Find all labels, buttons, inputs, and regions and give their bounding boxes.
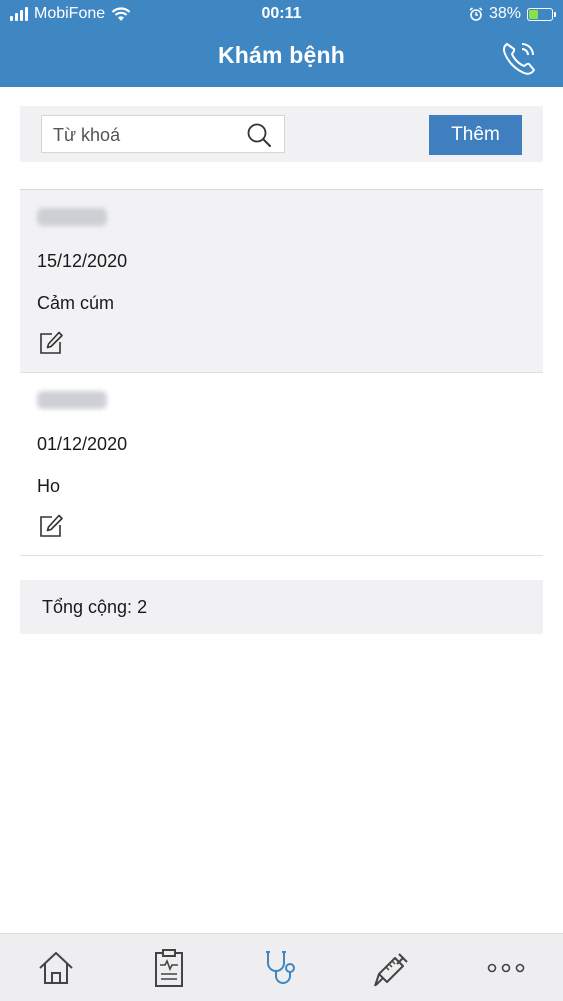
tab-home[interactable] — [34, 946, 78, 990]
search-input[interactable] — [53, 123, 243, 147]
search-icon[interactable] — [246, 122, 272, 148]
patient-name-redacted — [37, 208, 107, 226]
search-bar: Thêm — [20, 106, 543, 162]
phone-call-icon[interactable] — [499, 38, 539, 78]
record-date: 15/12/2020 — [37, 251, 128, 271]
page-title: Khám bệnh — [217, 42, 346, 68]
battery-percent: 38% — [488, 5, 521, 22]
total-label: Tổng cộng: 2 — [42, 597, 148, 617]
tab-vaccination[interactable] — [371, 946, 415, 990]
tab-bar — [0, 933, 563, 1001]
list-item[interactable]: 01/12/2020 Ho — [20, 373, 543, 556]
alarm-icon — [469, 7, 483, 21]
edit-icon[interactable] — [38, 513, 64, 539]
edit-icon[interactable] — [38, 330, 64, 356]
tab-records[interactable] — [147, 946, 191, 990]
status-bar: MobiFone 00:11 38% — [0, 0, 563, 30]
syringe-icon — [374, 953, 408, 987]
record-date: 01/12/2020 — [37, 434, 128, 454]
list-item[interactable]: 15/12/2020 Cảm cúm — [20, 190, 543, 373]
tab-exam[interactable] — [259, 946, 303, 990]
record-diagnosis: Cảm cúm — [37, 293, 115, 313]
home-icon — [39, 952, 73, 984]
add-button[interactable]: Thêm — [429, 115, 522, 155]
record-diagnosis: Ho — [37, 476, 61, 496]
clipboard-icon — [155, 949, 183, 987]
app-header: MobiFone 00:11 38% Khám bệnh — [0, 0, 563, 87]
stethoscope-icon — [266, 951, 295, 984]
record-list: 15/12/2020 Cảm cúm 01/12/2020 Ho — [20, 189, 543, 556]
search-field — [41, 115, 285, 153]
more-icon — [487, 963, 525, 973]
patient-name-redacted — [37, 391, 107, 409]
battery-icon — [527, 7, 556, 21]
tab-more[interactable] — [484, 946, 528, 990]
total-bar: Tổng cộng: 2 — [20, 580, 543, 634]
